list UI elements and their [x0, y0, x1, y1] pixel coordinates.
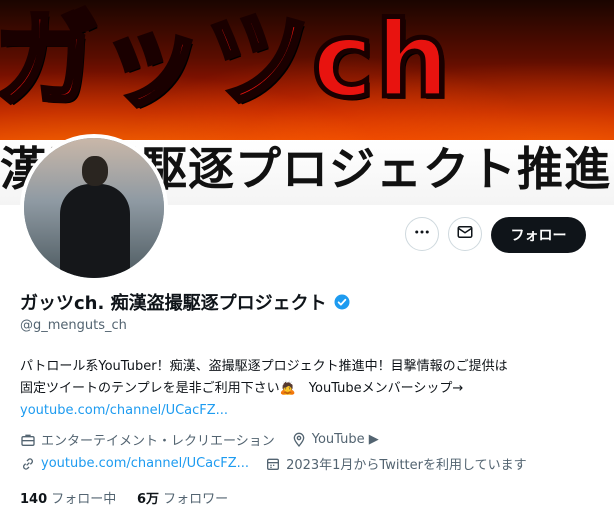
handle: @g_menguts_ch	[20, 318, 127, 333]
follow-button[interactable]: フォロー	[491, 217, 586, 253]
followers-count: 6万	[136, 492, 160, 507]
location: YouTube ▶	[291, 432, 379, 448]
location-label: YouTube ▶	[311, 432, 379, 447]
bio-line: 固定ツイートのテンプレを是非ご利用下さい🙇 YouTubeメンバーシップ→	[20, 381, 464, 396]
more-button[interactable]	[405, 217, 439, 251]
follow-stats: 140 フォロー中 6万 フォロワー	[20, 488, 228, 507]
display-name: ガッツch. 痴漢盗撮駆逐プロジェクト	[20, 293, 327, 314]
display-name-row: ガッツch. 痴漢盗撮駆逐プロジェクト	[20, 289, 351, 315]
envelope-icon	[456, 223, 474, 245]
followers-label: フォロワー	[163, 492, 229, 507]
verified-badge-icon[interactable]	[333, 293, 351, 311]
bio-line: パトロール系YouTuber！痴漢、盗撮駆逐プロジェクト推進中！目撃情報のご提供…	[20, 359, 508, 374]
calendar-icon	[267, 458, 280, 470]
category: エンターテイメント・レクリエーション	[20, 430, 275, 449]
following-link[interactable]: 140 フォロー中	[20, 492, 116, 507]
website-link[interactable]: youtube.com/channel/UCacFZ...	[41, 456, 249, 471]
message-button[interactable]	[448, 217, 482, 251]
followers-link[interactable]: 6万 フォロワー	[137, 492, 228, 507]
following-label: フォロー中	[51, 492, 117, 507]
banner-title: ガッツch	[0, 0, 452, 121]
joined-label: 2023年1月からTwitterを利用しています	[286, 458, 527, 473]
profile-meta-row-2: youtube.com/channel/UCacFZ... 2023年1月からT…	[20, 454, 600, 473]
location-pin-icon	[293, 432, 305, 447]
bio: パトロール系YouTuber！痴漢、盗撮駆逐プロジェクト推進中！目撃情報のご提供…	[20, 356, 600, 422]
website[interactable]: youtube.com/channel/UCacFZ...	[20, 456, 249, 472]
briefcase-icon	[21, 434, 35, 446]
link-icon	[23, 457, 33, 470]
avatar[interactable]	[20, 134, 168, 282]
following-count: 140	[20, 492, 48, 507]
profile-meta-row-1: エンターテイメント・レクリエーション YouTube ▶	[20, 430, 600, 449]
profile-actions: フォロー	[0, 217, 614, 257]
category-label: エンターテイメント・レクリエーション	[41, 434, 275, 449]
avatar-person-head	[82, 156, 108, 186]
more-horizontal-icon	[413, 223, 431, 245]
bio-link[interactable]: youtube.com/channel/UCacFZ...	[20, 400, 600, 422]
joined-date: 2023年1月からTwitterを利用しています	[265, 454, 527, 473]
